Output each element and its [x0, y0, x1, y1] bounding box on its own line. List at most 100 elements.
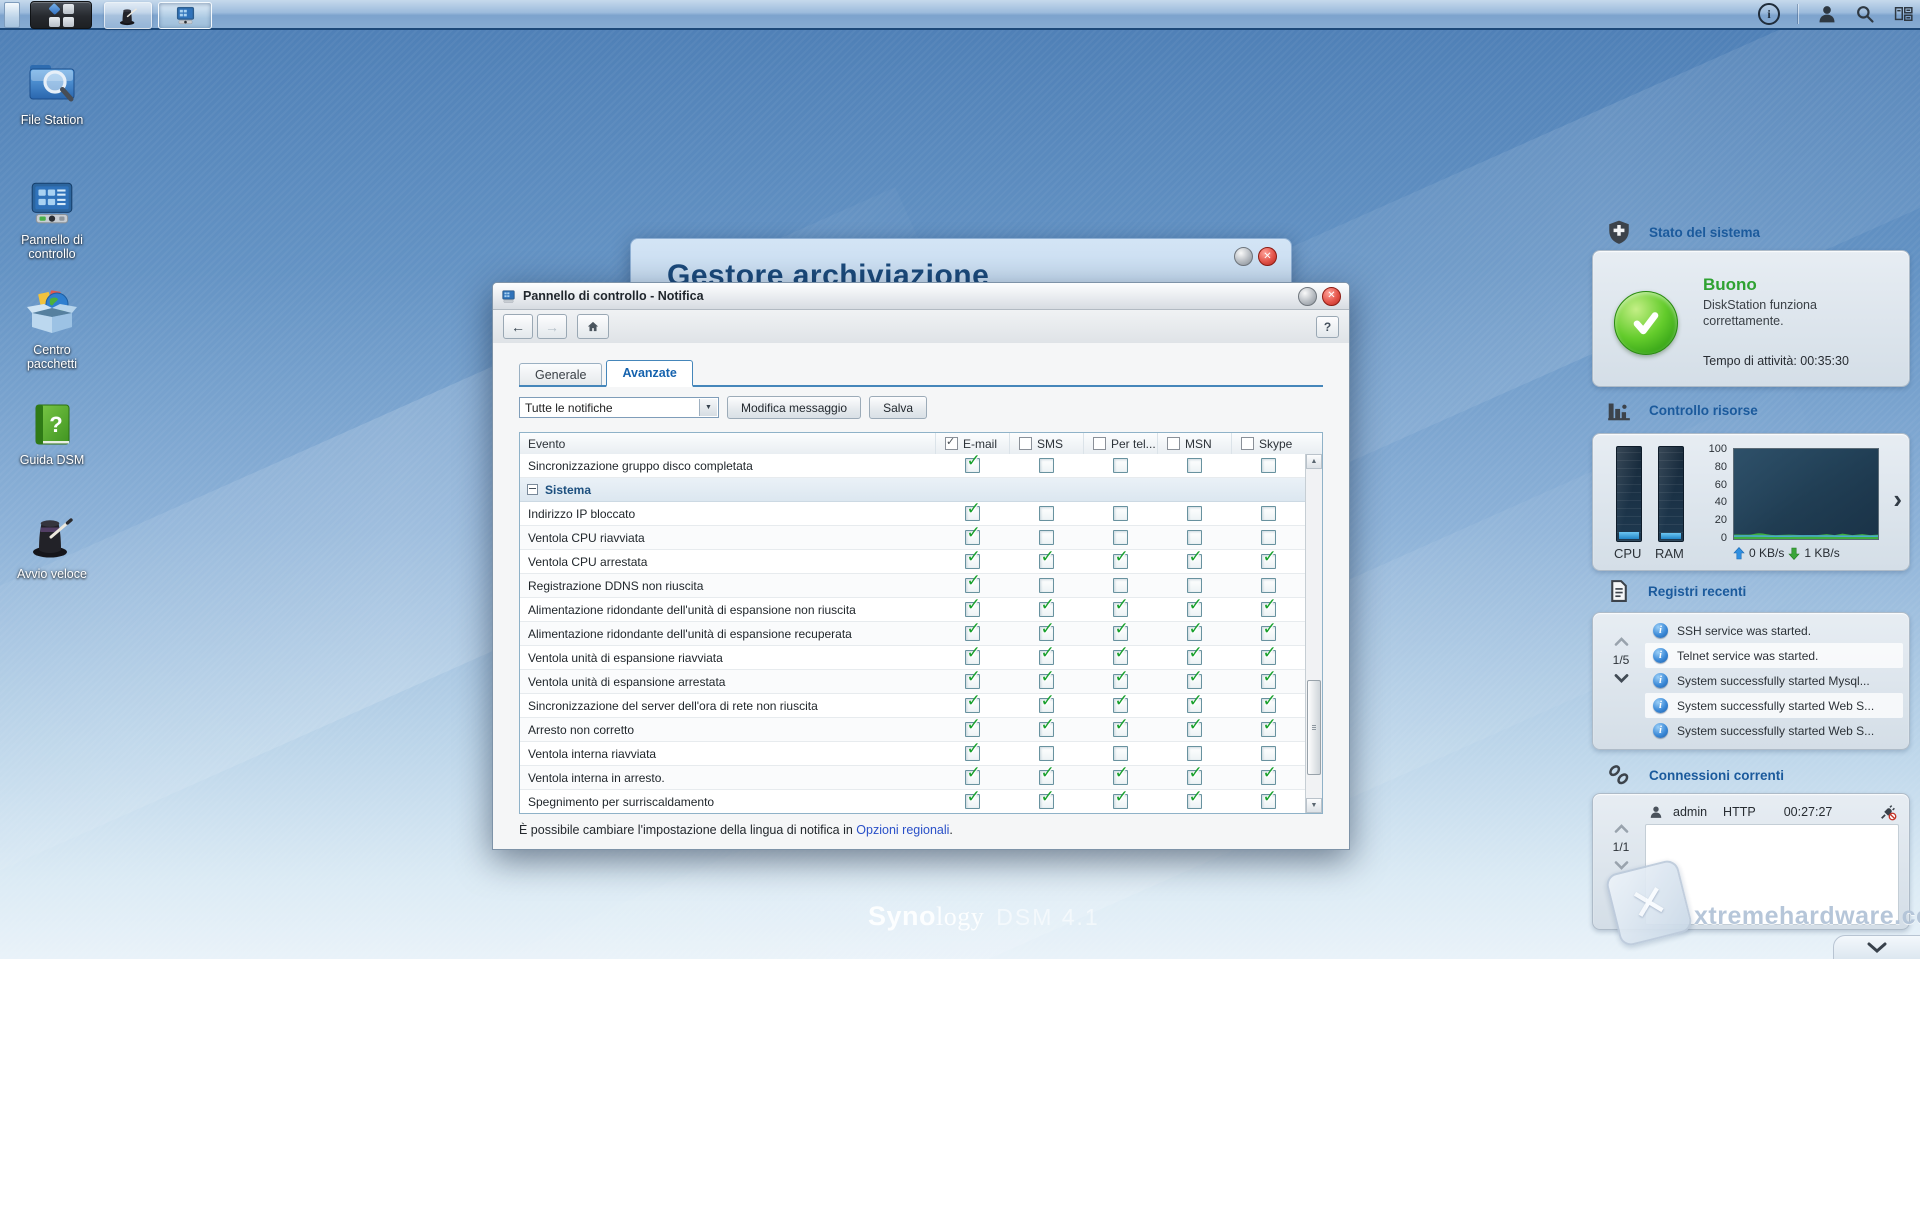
desktop-icon-dsm-help[interactable]: ? Guida DSM: [10, 396, 94, 467]
expand-chevron-icon[interactable]: ›: [1893, 484, 1902, 515]
scroll-up-icon[interactable]: ▲: [1306, 454, 1322, 469]
desktop-icon-file-station[interactable]: File Station: [10, 56, 94, 127]
checkbox-unchecked[interactable]: [1187, 458, 1202, 473]
checkbox-unchecked[interactable]: [1261, 530, 1276, 545]
checkbox-checked[interactable]: [1261, 626, 1276, 641]
checkbox-checked[interactable]: [1261, 602, 1276, 617]
checkbox-checked[interactable]: [1113, 770, 1128, 785]
checkbox-checked[interactable]: [1039, 770, 1054, 785]
dialog-titlebar[interactable]: Pannello di controllo - Notifica ✕: [493, 283, 1349, 310]
checkbox-checked[interactable]: [965, 770, 980, 785]
page-up-icon[interactable]: [1614, 637, 1629, 646]
checkbox-checked[interactable]: [1261, 770, 1276, 785]
checkbox-checked[interactable]: [965, 530, 980, 545]
desktop-icon-control-panel[interactable]: Pannello di controllo: [10, 176, 94, 262]
checkbox-checked[interactable]: [965, 794, 980, 809]
checkbox-checked[interactable]: [965, 674, 980, 689]
table-row[interactable]: Alimentazione ridondante dell'unità di e…: [520, 622, 1305, 646]
quick-launch-button[interactable]: [104, 2, 152, 29]
show-desktop-button[interactable]: [4, 2, 20, 28]
checkbox-checked[interactable]: [1261, 698, 1276, 713]
main-menu-button[interactable]: [30, 1, 92, 29]
close-icon[interactable]: ✕: [1258, 247, 1277, 266]
table-row[interactable]: Registrazione DDNS non riuscita: [520, 574, 1305, 598]
checkbox-unchecked[interactable]: [1039, 530, 1054, 545]
checkbox-unchecked[interactable]: [1187, 530, 1202, 545]
checkbox-checked[interactable]: [1187, 674, 1202, 689]
checkbox-checked[interactable]: [1187, 626, 1202, 641]
checkbox-checked[interactable]: [1039, 602, 1054, 617]
tab-avanzate[interactable]: Avanzate: [606, 360, 692, 387]
forward-button[interactable]: →: [537, 314, 567, 339]
checkbox-checked[interactable]: [965, 746, 980, 761]
checkbox-unchecked[interactable]: [1187, 506, 1202, 521]
checkbox-checked[interactable]: [1039, 722, 1054, 737]
edit-message-button[interactable]: Modifica messaggio: [727, 396, 861, 419]
checkbox-checked[interactable]: [1113, 722, 1128, 737]
table-row[interactable]: Alimentazione ridondante dell'unità di e…: [520, 598, 1305, 622]
checkbox-checked[interactable]: [1113, 602, 1128, 617]
checkbox-checked[interactable]: [1187, 794, 1202, 809]
checkbox-checked[interactable]: [1113, 794, 1128, 809]
checkbox-checked[interactable]: [1113, 674, 1128, 689]
desktop-icon-package-center[interactable]: Centro pacchetti: [10, 286, 94, 372]
checkbox-checked[interactable]: [1113, 650, 1128, 665]
help-button[interactable]: ?: [1316, 316, 1339, 338]
checkbox-unchecked[interactable]: [1261, 506, 1276, 521]
back-button[interactable]: ←: [503, 314, 533, 339]
checkbox-unchecked[interactable]: [1113, 506, 1128, 521]
scroll-thumb[interactable]: [1307, 680, 1321, 775]
checkbox-unchecked[interactable]: [1261, 578, 1276, 593]
checkbox-checked[interactable]: [1113, 698, 1128, 713]
checkbox-checked[interactable]: [1261, 650, 1276, 665]
checkbox-checked[interactable]: [965, 578, 980, 593]
notification-filter-select[interactable]: Tutte le notifiche ▼: [519, 397, 719, 418]
table-row[interactable]: Sincronizzazione gruppo disco completata: [520, 454, 1305, 478]
checkbox-checked[interactable]: [1113, 554, 1128, 569]
checkbox-checked[interactable]: [1187, 722, 1202, 737]
table-row[interactable]: Ventola interna in arresto.: [520, 766, 1305, 790]
checkbox-checked[interactable]: [965, 602, 980, 617]
checkbox-checked[interactable]: [1187, 698, 1202, 713]
page-down-icon[interactable]: [1614, 861, 1629, 870]
table-row[interactable]: Sincronizzazione del server dell'ora di …: [520, 694, 1305, 718]
save-button[interactable]: Salva: [869, 396, 927, 419]
control-panel-task-button[interactable]: [158, 2, 212, 29]
collapse-icon[interactable]: [527, 484, 538, 495]
checkbox-checked[interactable]: [1261, 554, 1276, 569]
checkbox-unchecked[interactable]: [1039, 746, 1054, 761]
checkbox-checked[interactable]: [965, 626, 980, 641]
search-icon[interactable]: [1855, 4, 1875, 24]
checkbox-checked[interactable]: [1187, 650, 1202, 665]
checkbox-unchecked[interactable]: [1261, 746, 1276, 761]
checkbox-unchecked[interactable]: [1113, 458, 1128, 473]
table-row[interactable]: Ventola interna riavviata: [520, 742, 1305, 766]
table-row[interactable]: Spegnimento per surriscaldamento: [520, 790, 1305, 813]
disconnect-icon[interactable]: [1879, 803, 1897, 821]
scroll-down-icon[interactable]: ▼: [1306, 798, 1322, 813]
checkbox-checked[interactable]: [1261, 674, 1276, 689]
widget-collapse-tab[interactable]: [1833, 935, 1920, 959]
column-select-all-checkbox[interactable]: [1019, 437, 1032, 450]
checkbox-checked[interactable]: [1039, 650, 1054, 665]
checkbox-unchecked[interactable]: [1113, 578, 1128, 593]
table-row[interactable]: Ventola unità di espansione arrestata: [520, 670, 1305, 694]
table-row[interactable]: Indirizzo IP bloccato: [520, 502, 1305, 526]
checkbox-checked[interactable]: [1187, 602, 1202, 617]
table-row[interactable]: Ventola unità di espansione riavviata: [520, 646, 1305, 670]
page-down-icon[interactable]: [1614, 674, 1629, 683]
checkbox-unchecked[interactable]: [1261, 458, 1276, 473]
table-row[interactable]: Ventola CPU riavviata: [520, 526, 1305, 550]
page-up-icon[interactable]: [1614, 824, 1629, 833]
checkbox-checked[interactable]: [1187, 554, 1202, 569]
checkbox-checked[interactable]: [1113, 626, 1128, 641]
column-select-all-checkbox[interactable]: [1167, 437, 1180, 450]
minimize-button[interactable]: [1234, 247, 1253, 266]
checkbox-unchecked[interactable]: [1039, 458, 1054, 473]
resource-monitor-panel[interactable]: CPU RAM 100806040200 0 KB/s 1 KB/s ›: [1592, 433, 1910, 571]
table-row[interactable]: Ventola CPU arrestata: [520, 550, 1305, 574]
table-scrollbar[interactable]: ▲ ▼: [1305, 454, 1322, 813]
checkbox-checked[interactable]: [965, 554, 980, 569]
checkbox-unchecked[interactable]: [1113, 746, 1128, 761]
checkbox-checked[interactable]: [965, 506, 980, 521]
